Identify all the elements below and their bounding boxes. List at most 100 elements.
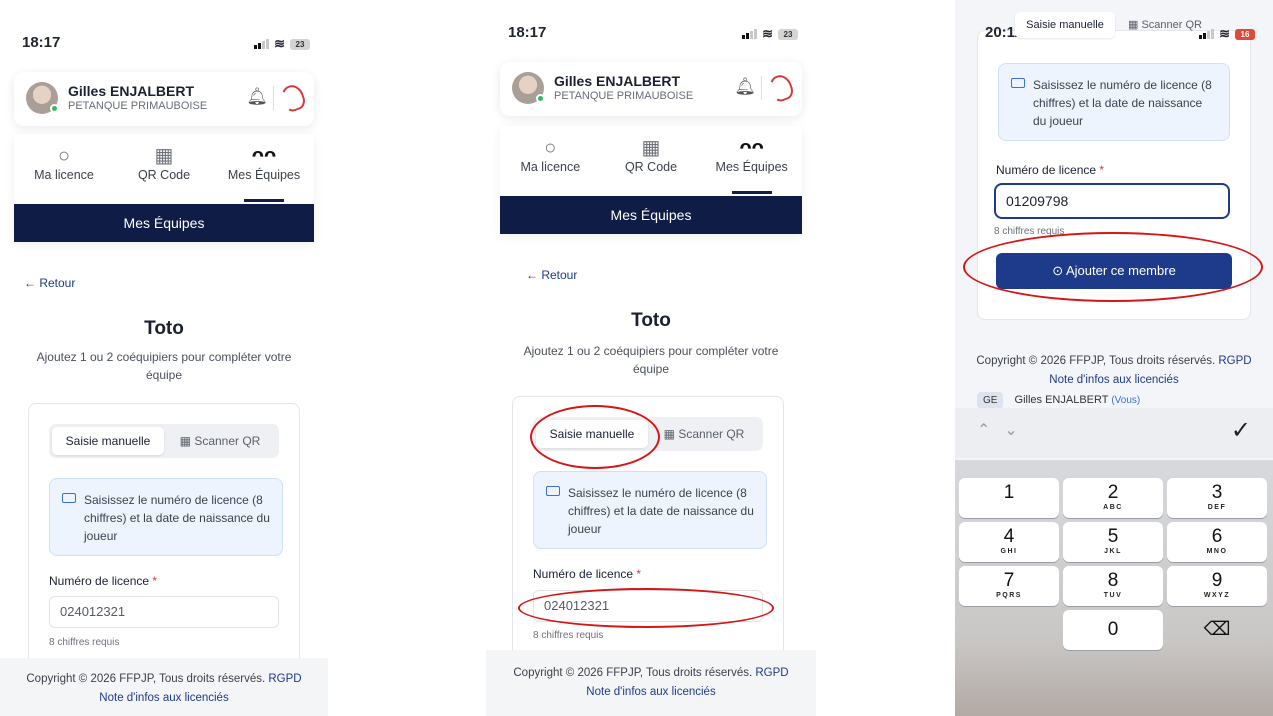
key-letters: GHI xyxy=(1000,548,1018,555)
tab-label: Ma licence xyxy=(34,168,94,182)
key-6[interactable]: 6 MNO xyxy=(1167,522,1267,562)
scan-qr-label: Scanner QR xyxy=(678,427,745,441)
scan-qr-label: Scanner QR xyxy=(194,434,261,448)
licence-label-text: Numéro de licence xyxy=(533,567,634,581)
users-icon: ᴖᴖ xyxy=(251,145,277,167)
key-0[interactable]: 0 xyxy=(1063,610,1163,650)
battery-icon: 23 xyxy=(778,28,798,40)
status-time: 18:17 xyxy=(22,34,61,51)
scan-qr-tab[interactable]: ▦ Scanner QR xyxy=(1115,12,1215,38)
profile-club: PETANQUE PRIMAUBOISE xyxy=(68,100,208,112)
tab-mes-equipes[interactable]: ᴖᴖ Mes Équipes xyxy=(701,126,802,196)
federation-logo-icon xyxy=(766,72,796,104)
avatar xyxy=(26,82,59,114)
tab-bar: ○ Ma licence ▦ QR Code ᴖᴖ Mes Équipes xyxy=(500,126,802,196)
tab-ma-licence[interactable]: ○ Ma licence xyxy=(500,126,601,196)
notice-link[interactable]: Note d'infos aux licenciés xyxy=(1049,374,1178,386)
screenshot-panel-1: 18:17 ≋ 23 Gilles ENJALBERT PETANQUE PRI… xyxy=(0,0,328,716)
licence-input[interactable]: 01209798 xyxy=(994,183,1230,219)
done-check-button[interactable]: ✓ xyxy=(1231,416,1251,445)
tab-qr-code[interactable]: ▦ QR Code xyxy=(601,126,702,196)
key-2[interactable]: 2 ABC xyxy=(1063,478,1163,518)
key-7[interactable]: 7 PQRS xyxy=(959,566,1059,606)
tab-mes-equipes[interactable]: ᴖᴖ Mes Équipes xyxy=(214,134,314,204)
team-title: Toto xyxy=(631,310,671,331)
backspace-key[interactable]: ⌫ xyxy=(1167,610,1267,650)
section-header: Mes Équipes xyxy=(14,204,314,242)
required-mark: * xyxy=(152,574,158,588)
key-letters: MNO xyxy=(1206,548,1228,555)
qr-code-icon: ▦ xyxy=(154,145,174,167)
qr-code-icon: ▦ xyxy=(641,137,661,159)
mode-switch: Saisie manuelle ▦ Scanner QR xyxy=(1015,12,1215,38)
manual-entry-tab[interactable]: Saisie manuelle xyxy=(1015,12,1115,38)
scan-qr-label: Scanner QR xyxy=(1141,19,1202,31)
rgpd-link[interactable]: RGPD xyxy=(1218,355,1251,367)
key-letters: ABC xyxy=(1103,504,1123,511)
tab-label: Mes Équipes xyxy=(227,168,301,182)
screenshot-panel-2: 18:17 ≋ 23 Gilles ENJALBERT PETANQUE PRI… xyxy=(486,0,816,716)
key-letters: WXYZ xyxy=(1203,592,1231,599)
licence-label: Numéro de licence * xyxy=(996,163,1104,177)
member-name: Gilles ENJALBERT xyxy=(1014,394,1109,406)
key-4[interactable]: 4 GHI xyxy=(959,522,1059,562)
tab-label: QR Code xyxy=(137,168,191,182)
licence-label: Numéro de licence * xyxy=(533,567,641,581)
key-5[interactable]: 5 JKL xyxy=(1063,522,1163,562)
licence-hint: 8 chiffres requis xyxy=(49,637,120,648)
back-link[interactable]: ← Retour xyxy=(526,268,577,282)
user-icon: ○ xyxy=(57,145,71,167)
key-8[interactable]: 8 TUV xyxy=(1063,566,1163,606)
chevron-up-icon[interactable]: ⌃ xyxy=(977,422,1004,439)
key-3[interactable]: 3 DEF xyxy=(1167,478,1267,518)
key-digit: 8 xyxy=(1107,570,1119,591)
bell-icon[interactable]: 🔔︎ xyxy=(246,87,268,107)
wifi-icon: ≋ xyxy=(762,26,773,41)
footer: Copyright © 2026 FFPJP, Tous droits rése… xyxy=(0,658,328,716)
notice-link[interactable]: Note d'infos aux licenciés xyxy=(586,686,715,698)
qr-code-icon: ▦ xyxy=(179,434,195,448)
prev-next-arrows[interactable]: ⌃⌄ xyxy=(977,420,1032,440)
key-9[interactable]: 9 WXYZ xyxy=(1167,566,1267,606)
key-digit: 4 xyxy=(1003,526,1015,547)
tab-qr-code[interactable]: ▦ QR Code xyxy=(114,134,214,204)
battery-icon: 16 xyxy=(1235,28,1255,40)
key-digit: 3 xyxy=(1211,482,1223,503)
signal-icon xyxy=(742,29,758,39)
avatar xyxy=(512,72,545,104)
copyright-text: Copyright © 2026 FFPJP, Tous droits rése… xyxy=(513,667,753,679)
info-box: Saisissez le numéro de licence (8 chiffr… xyxy=(49,478,283,556)
notice-link[interactable]: Note d'infos aux licenciés xyxy=(99,692,228,704)
rgpd-link[interactable]: RGPD xyxy=(268,673,301,685)
mode-switch: Saisie manuelle ▦ Scanner QR xyxy=(49,424,279,458)
profile-card[interactable]: Gilles ENJALBERT PETANQUE PRIMAUBOISE 🔔︎ xyxy=(14,72,314,126)
tab-bar: ○ Ma licence ▦ QR Code ᴖᴖ Mes Équipes xyxy=(14,134,314,204)
licence-label-text: Numéro de licence xyxy=(49,574,150,588)
profile-card[interactable]: Gilles ENJALBERT PETANQUE PRIMAUBOISE 🔔︎ xyxy=(500,62,802,116)
keyboard-icon xyxy=(546,486,560,496)
keyboard-icon xyxy=(62,493,76,503)
rgpd-link[interactable]: RGPD xyxy=(755,667,788,679)
divider xyxy=(761,76,762,100)
tab-ma-licence[interactable]: ○ Ma licence xyxy=(14,134,114,204)
nav-box: ○ Ma licence ▦ QR Code ᴖᴖ Mes Équipes Mes É… xyxy=(500,126,802,234)
licence-input[interactable]: 024012321 xyxy=(49,596,279,628)
key-1[interactable]: 1 xyxy=(959,478,1059,518)
key-digit: 9 xyxy=(1211,570,1223,591)
info-box: Saisissez le numéro de licence (8 chiffr… xyxy=(533,471,767,549)
qr-code-icon: ▦ xyxy=(663,427,679,441)
tab-label: Ma licence xyxy=(520,160,581,174)
licence-label: Numéro de licence * xyxy=(49,574,157,588)
back-link[interactable]: ← Retour xyxy=(24,276,75,290)
manual-entry-tab[interactable]: Saisie manuelle xyxy=(52,427,164,455)
status-time: 18:17 xyxy=(508,24,547,41)
scan-qr-tab[interactable]: ▦ Scanner QR xyxy=(164,427,276,455)
team-subtitle: Ajoutez 1 ou 2 coéquipiers pour compléte… xyxy=(36,350,292,382)
key-letters: JKL xyxy=(1104,548,1122,555)
chevron-down-icon[interactable]: ⌄ xyxy=(1004,422,1031,439)
scan-qr-tab[interactable]: ▦ Scanner QR xyxy=(648,420,760,448)
annotation-ellipse-add-button xyxy=(963,232,1263,302)
section-header: Mes Équipes xyxy=(500,196,802,234)
bell-icon[interactable]: 🔔︎ xyxy=(734,77,756,97)
copyright-text: Copyright © 2026 FFPJP, Tous droits rése… xyxy=(26,673,266,685)
